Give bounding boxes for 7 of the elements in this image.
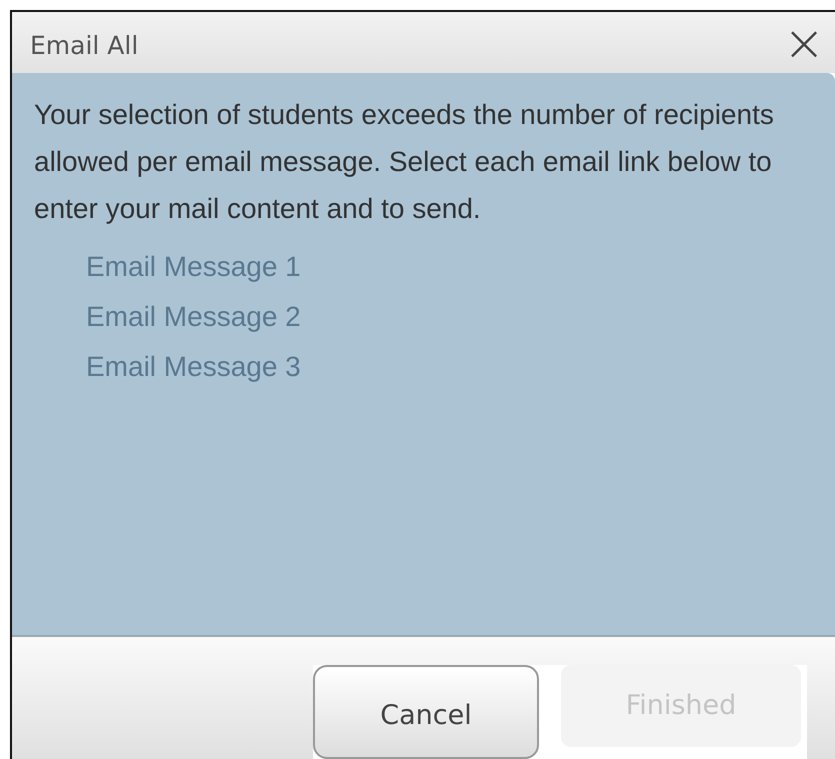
window-title: Email All — [30, 31, 138, 60]
close-button[interactable]: × — [783, 18, 825, 68]
email-link[interactable]: Email Message 1 — [86, 242, 301, 292]
cancel-button[interactable]: Cancel — [313, 665, 539, 759]
message-text: Your selection of students exceeds the number of recipients allowed per email message. Select each email link below to enter your mail content and to send. — [34, 98, 775, 226]
email-link[interactable]: Email Message 3 — [86, 342, 301, 392]
email-link[interactable]: Email Message 2 — [86, 292, 301, 342]
